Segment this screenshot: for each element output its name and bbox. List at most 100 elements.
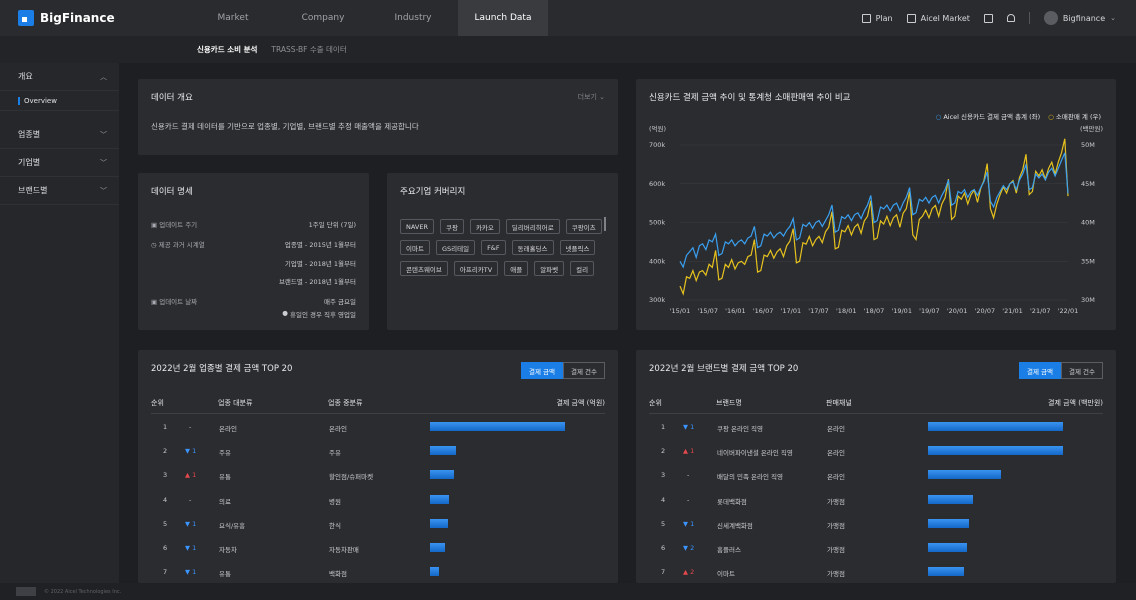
bell-icon[interactable] — [1006, 14, 1015, 22]
table-row[interactable]: 6 ▼ 2 홈플러스 가맹점 — [649, 536, 1103, 560]
company-tag[interactable]: F&F — [481, 240, 506, 255]
rank-change: ▼ 1 — [185, 447, 197, 456]
company-tag[interactable]: 쿠팡 — [439, 219, 464, 234]
sidebar-item-brand[interactable]: 브랜드별 ﹀ — [0, 177, 119, 205]
mail-icon[interactable] — [983, 13, 993, 23]
y-left-tick: 400k — [649, 257, 665, 265]
sidebar-item-company[interactable]: 기업별 ﹀ — [0, 149, 119, 177]
company-tag[interactable]: NAVER — [400, 219, 434, 234]
toggle-amount[interactable]: 결제 금액 — [521, 362, 563, 379]
amount-bar — [430, 567, 440, 577]
coverage-card: 주요기업 커버리지 NAVER 쿠팡 카카오 딜리버리히어로 쿠팡이츠 이마트 GS리테일 F… — [387, 173, 618, 330]
primary-cell: 쿠팡 온라인 직영 — [717, 425, 763, 433]
x-tick: '18/01 — [836, 307, 857, 315]
rank-change: - — [687, 495, 690, 504]
rank-cell: 2 — [163, 447, 168, 456]
table-row[interactable]: 1 - 온라인 온라인 — [151, 415, 605, 439]
table-row[interactable]: 6 ▼ 1 자동차 자동차판매 — [151, 536, 605, 560]
active-indicator — [18, 96, 20, 105]
rank-change: ▼ 1 — [185, 568, 197, 577]
rank-change: ▲ 1 — [185, 471, 197, 480]
amount-bar — [430, 422, 565, 431]
subtab-card-analysis[interactable]: 신용카드 소비 분석 — [197, 44, 257, 55]
spec-card: 데이터 명세 ▣ 업데이트 주기 1주일 단위 (7일) ◷ 제공 과거 시계열 업… — [138, 173, 369, 330]
tab-company[interactable]: Company — [278, 0, 368, 36]
plan-link[interactable]: Plan — [861, 13, 893, 23]
table-row[interactable]: 2 ▼ 1 주유 주유 — [151, 439, 605, 463]
table-row[interactable]: 5 ▼ 1 신세계백화점 가맹점 — [649, 512, 1103, 536]
chevron-up-icon: ︿ — [100, 72, 107, 81]
x-tick: '18/07 — [864, 307, 885, 315]
sidebar-item-overview[interactable]: 개요 ︿ — [0, 63, 119, 91]
tab-launch-data[interactable]: Launch Data — [458, 0, 548, 36]
y-right-tick: 50M — [1081, 141, 1095, 149]
table-row[interactable]: 7 ▼ 1 유통 백화점 — [151, 560, 605, 583]
primary-cell: 주유 — [219, 449, 231, 458]
trend-chart: (억원) (백만원) 700k 600k 500k 400k 300k 50M 45M 40M 35… — [649, 124, 1103, 315]
company-tag[interactable]: 동래홀딩스 — [511, 240, 554, 255]
secondary-cell: 병원 — [329, 497, 341, 506]
company-tag[interactable]: 카카오 — [469, 219, 500, 234]
table-row[interactable]: 3 ▲ 1 유통 할인점/슈퍼마켓 — [151, 463, 605, 487]
tab-market[interactable]: Market — [188, 0, 278, 36]
spec-row: ◷ 제공 과거 시계열 업종별 - 2015년 1월부터 — [151, 239, 356, 249]
company-tag[interactable]: 콘텐츠웨이브 — [400, 261, 448, 276]
spec-key-text: 업데이트 날짜 — [159, 298, 198, 306]
x-tick: '22/01 — [1058, 307, 1079, 315]
table-row[interactable]: 7 ▲ 2 이마트 가맹점 — [649, 560, 1103, 583]
document-icon — [861, 13, 871, 23]
sidebar-subitem-overview[interactable]: Overview — [0, 91, 119, 111]
main-tabs: Market Company Industry Launch Data — [188, 0, 548, 36]
spec-key-text: 제공 과거 시계열 — [158, 241, 205, 249]
table-row[interactable]: 2 ▲ 1 네이버파이낸셜 온라인 직영 온라인 — [649, 439, 1103, 463]
aicel-market-link[interactable]: Aicel Market — [906, 13, 970, 23]
company-tag[interactable]: 딜리버리히어로 — [505, 219, 560, 234]
company-tag[interactable]: 컬리 — [570, 261, 595, 276]
company-tag[interactable]: 쿠팡이츠 — [565, 219, 602, 234]
spec-key: ▣ 업데이트 주기 — [151, 221, 198, 229]
toggle-count[interactable]: 결제 건수 — [563, 362, 605, 379]
header-actions: Plan Aicel Market Bigfinance ⌄ — [861, 11, 1116, 25]
scrollbar[interactable] — [604, 217, 606, 231]
company-tag[interactable]: 아프리카TV — [453, 261, 499, 276]
spec-value: 업종별 - 2015년 1월부터 — [284, 241, 356, 249]
primary-cell: 배달의 민족 온라인 직영 — [717, 473, 783, 482]
info-icon: ● — [282, 309, 290, 317]
footer: © 2022 Aicel Technologies Inc. — [0, 583, 1136, 600]
company-tag[interactable]: 알파벳 — [534, 261, 565, 276]
toggle-count[interactable]: 결제 건수 — [1061, 362, 1103, 379]
footer-logo — [16, 587, 36, 596]
company-tag[interactable]: 넷플릭스 — [559, 240, 596, 255]
y-left-tick: 600k — [649, 180, 665, 188]
company-tag[interactable]: 애플 — [504, 261, 529, 276]
table-row[interactable]: 4 - 의료 병원 — [151, 488, 605, 512]
rank-cell: 4 — [661, 495, 666, 504]
subtab-trass-export[interactable]: TRASS-BF 수출 데이터 — [271, 44, 346, 55]
spec-title: 데이터 명세 — [151, 187, 193, 197]
table-row[interactable]: 1 ▼ 1 쿠팡 온라인 직영 온라인 — [649, 415, 1103, 439]
primary-cell: 홈플러스 — [717, 546, 741, 554]
top-navigation: BigFinance Market Company Industry Launc… — [0, 0, 1136, 36]
divider — [151, 413, 605, 414]
company-tag[interactable]: 이마트 — [400, 240, 430, 255]
user-menu[interactable]: Bigfinance ⌄ — [1043, 11, 1116, 25]
secondary-cell: 주유 — [329, 449, 341, 458]
table-row[interactable]: 4 - 롯데백화점 가맹점 — [649, 488, 1103, 512]
brand-logo[interactable]: BigFinance — [18, 10, 168, 26]
sub-navigation: 신용카드 소비 분석 TRASS-BF 수출 데이터 — [0, 36, 1136, 63]
tab-industry[interactable]: Industry — [368, 0, 458, 36]
primary-cell: 네이버파이낸셜 온라인 직영 — [717, 449, 793, 458]
sidebar-item-industry[interactable]: 업종별 ﹀ — [0, 121, 119, 149]
table-row[interactable]: 5 ▼ 1 요식/유흥 한식 — [151, 512, 605, 536]
toggle-amount[interactable]: 결제 금액 — [1019, 362, 1061, 379]
rank-cell: 7 — [661, 568, 666, 577]
y-left-tick: 500k — [649, 219, 665, 227]
table-row[interactable]: 3 - 배달의 민족 온라인 직영 온라인 — [649, 463, 1103, 487]
company-tag[interactable]: GS리테일 — [435, 240, 476, 255]
col-amount: 결제 금액 (억원) — [556, 399, 605, 407]
more-link[interactable]: 더보기 ⌄ — [578, 92, 605, 102]
secondary-cell: 온라인 — [827, 473, 845, 482]
amount-bar — [430, 518, 448, 528]
secondary-cell: 할인점/슈퍼마켓 — [329, 473, 374, 482]
